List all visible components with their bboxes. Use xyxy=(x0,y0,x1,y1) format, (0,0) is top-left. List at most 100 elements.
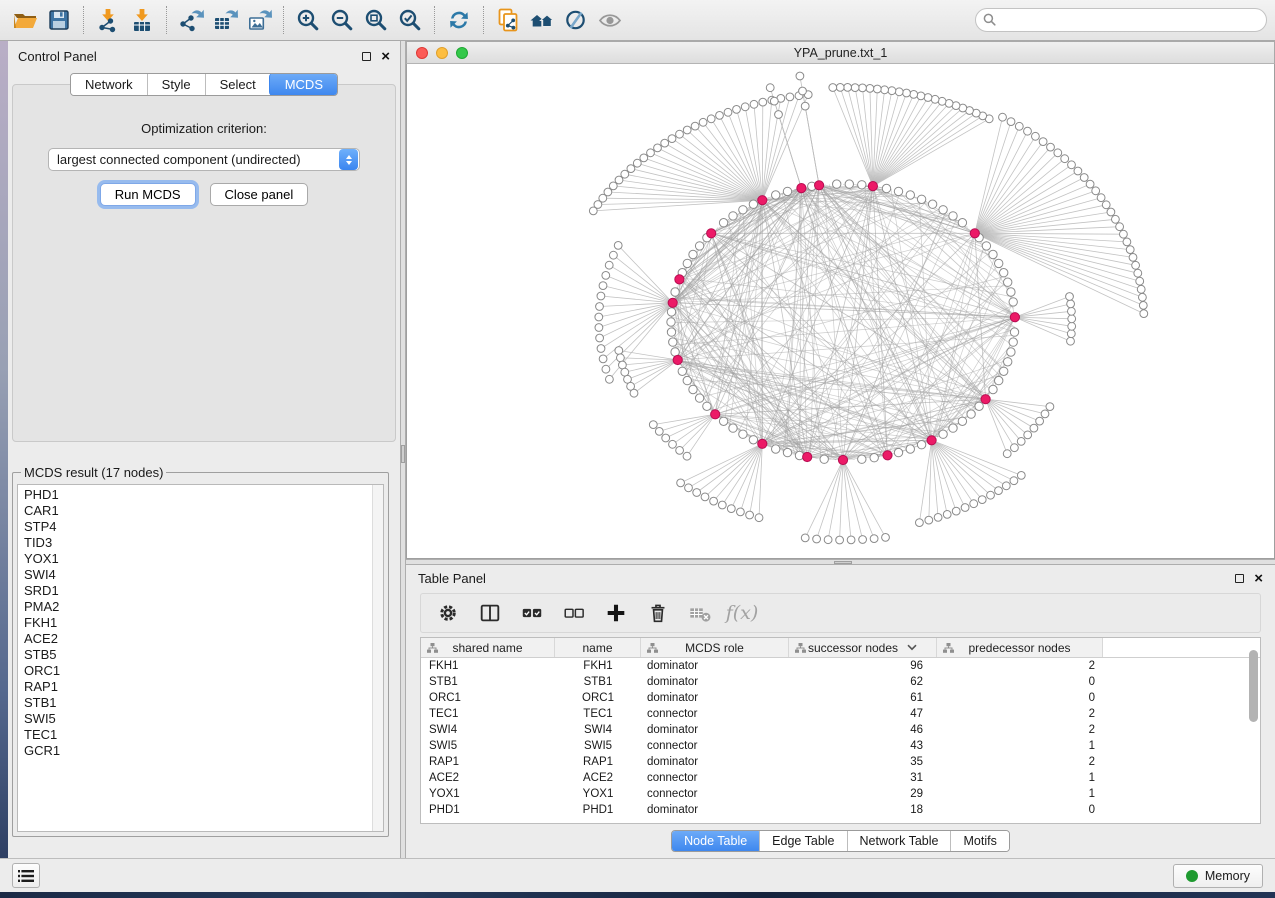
mcds-result-item[interactable]: PHD1 xyxy=(24,487,383,503)
table-row[interactable]: FKH1FKH1dominator962 xyxy=(421,658,1260,674)
select-all-rows-button[interactable] xyxy=(517,598,547,628)
table-row[interactable]: PHD1PHD1dominator180 xyxy=(421,802,1260,818)
tab-edge-table[interactable]: Edge Table xyxy=(759,831,846,851)
table-row[interactable]: TEC1TEC1connector472 xyxy=(421,706,1260,722)
cell-shared-name[interactable]: RAP1 xyxy=(421,754,555,770)
tab-mcds[interactable]: MCDS xyxy=(269,73,338,96)
close-panel-button[interactable]: Close panel xyxy=(210,183,309,206)
zoom-out-button[interactable] xyxy=(325,4,359,36)
zoom-selected-button[interactable] xyxy=(393,4,427,36)
cell-MCDS-role[interactable]: dominator xyxy=(641,658,789,674)
cell-predecessor-nodes[interactable]: 2 xyxy=(937,658,1103,674)
cell-name[interactable]: ACE2 xyxy=(555,770,641,786)
network-view-canvas[interactable] xyxy=(406,64,1275,559)
table-mode-settings-button[interactable] xyxy=(433,598,463,628)
mcds-result-item[interactable]: SWI4 xyxy=(24,567,383,583)
import-network-button[interactable] xyxy=(91,4,125,36)
network-window-titlebar[interactable]: YPA_prune.txt_1 xyxy=(406,41,1275,64)
column-header-name[interactable]: name xyxy=(555,638,641,657)
task-history-button[interactable] xyxy=(12,863,40,888)
memory-button[interactable]: Memory xyxy=(1173,864,1263,888)
tab-style[interactable]: Style xyxy=(147,74,205,95)
delete-columns-button[interactable] xyxy=(643,598,673,628)
horizontal-splitter-handle[interactable] xyxy=(834,561,852,564)
cell-shared-name[interactable]: FKH1 xyxy=(421,658,555,674)
cell-MCDS-role[interactable]: dominator xyxy=(641,802,789,818)
cell-predecessor-nodes[interactable]: 1 xyxy=(937,786,1103,802)
mcds-result-item[interactable]: STP4 xyxy=(24,519,383,535)
cell-name[interactable]: SWI4 xyxy=(555,722,641,738)
export-image-button[interactable] xyxy=(242,4,276,36)
tab-select[interactable]: Select xyxy=(205,74,270,95)
cell-successor-nodes[interactable]: 31 xyxy=(789,770,937,786)
cell-name[interactable]: PHD1 xyxy=(555,802,641,818)
cell-shared-name[interactable]: PHD1 xyxy=(421,802,555,818)
cell-MCDS-role[interactable]: connector xyxy=(641,770,789,786)
mcds-result-item[interactable]: SRD1 xyxy=(24,583,383,599)
cell-predecessor-nodes[interactable]: 2 xyxy=(937,706,1103,722)
save-session-button[interactable] xyxy=(42,4,76,36)
neighborhood-button[interactable] xyxy=(525,4,559,36)
mcds-result-item[interactable]: CAR1 xyxy=(24,503,383,519)
cell-MCDS-role[interactable]: dominator xyxy=(641,722,789,738)
close-panel-icon[interactable]: × xyxy=(381,52,390,61)
mcds-result-item[interactable]: FKH1 xyxy=(24,615,383,631)
cell-predecessor-nodes[interactable]: 1 xyxy=(937,738,1103,754)
cell-successor-nodes[interactable]: 61 xyxy=(789,690,937,706)
table-scrollbar[interactable] xyxy=(1249,650,1258,820)
column-header-predecessor-nodes[interactable]: predecessor nodes xyxy=(937,638,1103,657)
cell-shared-name[interactable]: ORC1 xyxy=(421,690,555,706)
mcds-result-item[interactable]: ORC1 xyxy=(24,663,383,679)
zoom-in-button[interactable] xyxy=(291,4,325,36)
import-table-button[interactable] xyxy=(125,4,159,36)
zoom-fit-button[interactable] xyxy=(359,4,393,36)
table-scrollbar-thumb[interactable] xyxy=(1249,650,1258,722)
cell-name[interactable]: STB1 xyxy=(555,674,641,690)
cell-shared-name[interactable]: SWI4 xyxy=(421,722,555,738)
open-file-button[interactable] xyxy=(8,4,42,36)
table-float-panel-icon[interactable] xyxy=(1235,574,1244,583)
cell-predecessor-nodes[interactable]: 0 xyxy=(937,690,1103,706)
vertical-splitter-handle[interactable] xyxy=(401,445,405,463)
table-close-panel-icon[interactable]: × xyxy=(1254,574,1263,583)
mcds-result-item[interactable]: PMA2 xyxy=(24,599,383,615)
show-column-button[interactable] xyxy=(475,598,505,628)
mcds-result-item[interactable]: STB1 xyxy=(24,695,383,711)
tab-motifs[interactable]: Motifs xyxy=(950,831,1008,851)
mcds-result-item[interactable]: RAP1 xyxy=(24,679,383,695)
cell-name[interactable]: RAP1 xyxy=(555,754,641,770)
cell-successor-nodes[interactable]: 47 xyxy=(789,706,937,722)
column-header-shared-name[interactable]: shared name xyxy=(421,638,555,657)
table-row[interactable]: ORC1ORC1dominator610 xyxy=(421,690,1260,706)
export-table-button[interactable] xyxy=(208,4,242,36)
table-row[interactable]: STB1STB1dominator620 xyxy=(421,674,1260,690)
mcds-result-list[interactable]: PHD1CAR1STP4TID3YOX1SWI4SRD1PMA2FKH1ACE2… xyxy=(17,484,384,832)
tab-node-table[interactable]: Node Table xyxy=(671,830,760,852)
mcds-list-scrollbar[interactable] xyxy=(372,485,383,831)
cell-MCDS-role[interactable]: dominator xyxy=(641,754,789,770)
tab-network-table[interactable]: Network Table xyxy=(847,831,951,851)
mcds-result-item[interactable]: SWI5 xyxy=(24,711,383,727)
cell-predecessor-nodes[interactable]: 2 xyxy=(937,754,1103,770)
cell-shared-name[interactable]: ACE2 xyxy=(421,770,555,786)
apply-layout-button[interactable] xyxy=(442,4,476,36)
table-row[interactable]: ACE2ACE2connector311 xyxy=(421,770,1260,786)
run-mcds-button[interactable]: Run MCDS xyxy=(100,183,196,206)
cell-predecessor-nodes[interactable]: 1 xyxy=(937,770,1103,786)
table-row[interactable]: YOX1YOX1connector291 xyxy=(421,786,1260,802)
table-row[interactable]: SWI5SWI5connector431 xyxy=(421,738,1260,754)
table-row[interactable]: SWI4SWI4dominator462 xyxy=(421,722,1260,738)
cell-shared-name[interactable]: TEC1 xyxy=(421,706,555,722)
cell-name[interactable]: YOX1 xyxy=(555,786,641,802)
cell-MCDS-role[interactable]: dominator xyxy=(641,690,789,706)
mcds-result-item[interactable]: TID3 xyxy=(24,535,383,551)
mcds-result-item[interactable]: GCR1 xyxy=(24,743,383,759)
search-input[interactable] xyxy=(975,8,1267,32)
cell-successor-nodes[interactable]: 62 xyxy=(789,674,937,690)
cell-predecessor-nodes[interactable]: 0 xyxy=(937,674,1103,690)
cell-shared-name[interactable]: SWI5 xyxy=(421,738,555,754)
optimization-criterion-select[interactable]: largest connected component (undirected) xyxy=(48,148,360,171)
column-header-successor-nodes[interactable]: successor nodes xyxy=(789,638,937,657)
mcds-result-item[interactable]: ACE2 xyxy=(24,631,383,647)
deselect-all-rows-button[interactable] xyxy=(559,598,589,628)
